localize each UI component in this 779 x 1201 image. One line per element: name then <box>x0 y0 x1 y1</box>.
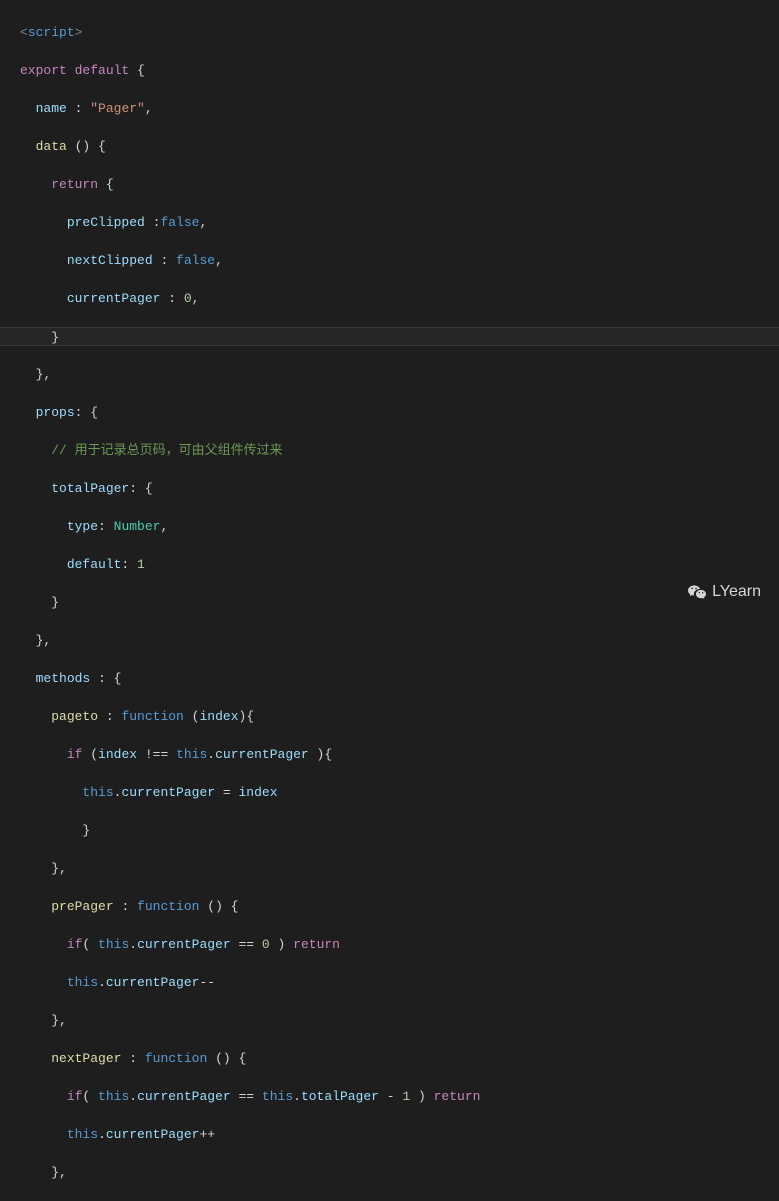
code-line: this.currentPager++ <box>20 1125 779 1144</box>
code-line: prePager : function () { <box>20 897 779 916</box>
code-line: }, <box>20 1011 779 1030</box>
code-line: this.currentPager-- <box>20 973 779 992</box>
code-line: return { <box>20 175 779 194</box>
code-line: <script> <box>20 23 779 42</box>
code-line: } <box>20 593 779 612</box>
code-line: default: 1 <box>20 555 779 574</box>
watermark: LYearn <box>688 582 761 601</box>
code-line: }, <box>20 1163 779 1182</box>
code-line: nextClipped : false, <box>20 251 779 270</box>
code-line: this.currentPager = index <box>20 783 779 802</box>
code-line-active: } <box>0 327 779 346</box>
code-editor[interactable]: <script> export default { name : "Pager"… <box>0 0 779 1201</box>
code-line: preClipped :false, <box>20 213 779 232</box>
code-line: export default { <box>20 61 779 80</box>
code-line: name : "Pager", <box>20 99 779 118</box>
code-line: type: Number, <box>20 517 779 536</box>
code-line: pageto : function (index){ <box>20 707 779 726</box>
code-line: } <box>20 821 779 840</box>
code-line: totalPager: { <box>20 479 779 498</box>
code-line: }, <box>20 365 779 384</box>
code-line: }, <box>20 631 779 650</box>
code-line: data () { <box>20 137 779 156</box>
code-line: currentPager : 0, <box>20 289 779 308</box>
code-line: nextPager : function () { <box>20 1049 779 1068</box>
wechat-icon <box>688 584 706 600</box>
code-line: }, <box>20 859 779 878</box>
code-line: props: { <box>20 403 779 422</box>
code-line: if( this.currentPager == this.totalPager… <box>20 1087 779 1106</box>
watermark-text: LYearn <box>712 582 761 601</box>
code-line: // 用于记录总页码，可由父组件传过来 <box>20 441 779 460</box>
code-line: if (index !== this.currentPager ){ <box>20 745 779 764</box>
code-line: if( this.currentPager == 0 ) return <box>20 935 779 954</box>
code-line: methods : { <box>20 669 779 688</box>
